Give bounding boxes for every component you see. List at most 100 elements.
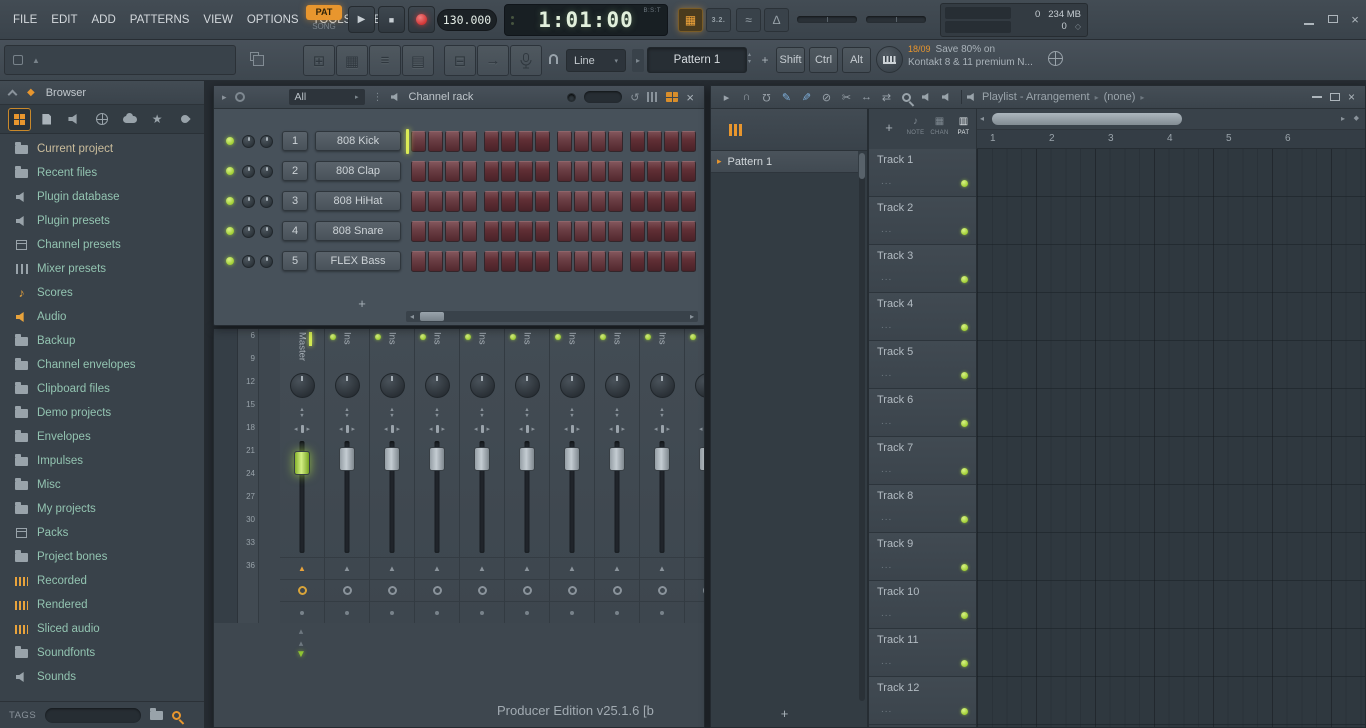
time-display[interactable]: 1:01:00 B:S:T xyxy=(504,4,668,36)
strip-knob[interactable] xyxy=(470,373,495,398)
record-arm-icon[interactable] xyxy=(523,586,532,595)
channel-enable-led[interactable] xyxy=(226,197,234,205)
fader-handle[interactable] xyxy=(699,447,704,471)
slice-icon[interactable]: ✂ xyxy=(837,88,856,106)
browser-item-channel-envelopes[interactable]: Channel envelopes xyxy=(0,353,204,377)
menu-options[interactable]: OPTIONS xyxy=(240,14,306,26)
record-arm-icon[interactable] xyxy=(703,586,705,595)
step-cell[interactable] xyxy=(591,161,606,182)
channel-name-button[interactable]: FLEX Bass xyxy=(315,251,401,271)
led-icon[interactable] xyxy=(567,93,576,102)
browser-item-sounds[interactable]: Sounds xyxy=(0,665,204,689)
track-header-track-7[interactable]: Track 7... xyxy=(869,437,976,485)
pan-knob[interactable] xyxy=(242,135,255,148)
track-lane[interactable] xyxy=(977,677,1365,725)
fader-handle[interactable] xyxy=(609,447,625,471)
strip-pan[interactable]: ◂▸ xyxy=(595,421,639,437)
volume-knob[interactable] xyxy=(260,135,273,148)
browser-item-channel-presets[interactable]: Channel presets xyxy=(0,233,204,257)
strip-fader[interactable] xyxy=(685,437,704,557)
step-cell[interactable] xyxy=(630,221,645,242)
strip-fader[interactable] xyxy=(370,437,414,557)
timeline-ruler[interactable]: 123456 xyxy=(977,130,1365,149)
playlist-grid[interactable] xyxy=(976,149,1365,727)
strip-pan[interactable]: ◂▸ xyxy=(640,421,684,437)
step-cell[interactable] xyxy=(411,221,426,242)
step-cell[interactable] xyxy=(664,251,679,272)
track-lane[interactable] xyxy=(977,149,1365,197)
track-header-track-6[interactable]: Track 6... xyxy=(869,389,976,437)
browser-tab-file[interactable] xyxy=(36,108,59,131)
close-icon[interactable]: × xyxy=(686,90,694,105)
maximize-icon[interactable] xyxy=(1330,93,1340,101)
track-enable-led[interactable] xyxy=(961,660,968,667)
step-cell[interactable] xyxy=(608,131,623,152)
pan-knob[interactable] xyxy=(242,225,255,238)
scroll-right-icon[interactable]: ▸ xyxy=(1341,114,1345,123)
browser-item-soundfonts[interactable]: Soundfonts xyxy=(0,641,204,665)
browser-item-my-projects[interactable]: My projects xyxy=(0,497,204,521)
mixer-strip-insert-8[interactable]: Ins▲▼◂▸▲ xyxy=(640,329,685,623)
strip-spinner[interactable]: ▲▼ xyxy=(325,405,369,421)
pattern-grid-icon[interactable]: ▦ xyxy=(678,8,703,32)
step-cell[interactable] xyxy=(557,161,572,182)
track-enable-led[interactable] xyxy=(961,372,968,379)
strip-knob[interactable] xyxy=(335,373,360,398)
step-cell[interactable] xyxy=(681,251,696,272)
step-cell[interactable] xyxy=(445,161,460,182)
strip-fader[interactable] xyxy=(640,437,684,557)
step-cell[interactable] xyxy=(664,191,679,212)
step-cell[interactable] xyxy=(630,251,645,272)
browser-item-demo-projects[interactable]: Demo projects xyxy=(0,401,204,425)
scroll-left-icon[interactable]: ◂ xyxy=(406,312,418,321)
step-cell[interactable] xyxy=(428,161,443,182)
strip-pan[interactable]: ◂▸ xyxy=(685,421,704,437)
menu-patterns[interactable]: PATTERNS xyxy=(123,14,197,26)
step-cell[interactable] xyxy=(484,221,499,242)
record-arm-icon[interactable] xyxy=(478,586,487,595)
track-enable-led[interactable] xyxy=(961,420,968,427)
select-icon[interactable]: ↔ xyxy=(857,88,876,106)
step-cell[interactable] xyxy=(428,221,443,242)
swing-display[interactable] xyxy=(584,91,622,103)
pat-mode-button[interactable]: PAT xyxy=(306,5,342,20)
magnet-icon[interactable]: Ω xyxy=(757,88,776,106)
route-arrow-icon[interactable]: ▲ xyxy=(478,564,486,573)
step-cell[interactable] xyxy=(445,191,460,212)
mixer-strip-insert-2[interactable]: Ins▲▼◂▸▲ xyxy=(370,329,415,623)
step-cell[interactable] xyxy=(608,221,623,242)
detach-button[interactable] xyxy=(250,52,259,61)
menu-view[interactable]: VIEW xyxy=(196,14,239,26)
browser-tab-speaker[interactable] xyxy=(63,108,86,131)
channel-name-button[interactable]: 808 HiHat xyxy=(315,191,401,211)
menu-add[interactable]: ADD xyxy=(85,14,123,26)
picker-item-pattern-1[interactable]: ▸Pattern 1 xyxy=(711,151,858,173)
step-cell[interactable] xyxy=(484,131,499,152)
strip-dot-icon[interactable] xyxy=(570,611,574,615)
mute-icon[interactable] xyxy=(937,88,956,106)
collapse-icon[interactable]: ▸ xyxy=(717,88,736,106)
strip-dot-icon[interactable] xyxy=(480,611,484,615)
track-lane[interactable] xyxy=(977,437,1365,485)
route-arrow-icon[interactable]: ▲ xyxy=(703,564,704,573)
mixer-strip-insert-6[interactable]: Ins▲▼◂▸▲ xyxy=(550,329,595,623)
pan-knob[interactable] xyxy=(242,255,255,268)
channel-number-button[interactable]: 3 xyxy=(282,191,308,211)
route-arrow-icon[interactable]: ▲ xyxy=(343,564,351,573)
minimize-button[interactable] xyxy=(1300,11,1318,27)
strip-enable-led[interactable] xyxy=(420,334,426,340)
record-arm-icon[interactable] xyxy=(388,586,397,595)
fader-handle[interactable] xyxy=(654,447,670,471)
strip-fader[interactable] xyxy=(415,437,459,557)
track-lane[interactable] xyxy=(977,581,1365,629)
track-header-track-1[interactable]: Track 1... xyxy=(869,149,976,197)
strip-dot-icon[interactable] xyxy=(615,611,619,615)
scroll-right-icon[interactable]: ▸ xyxy=(686,312,698,321)
browser-tab-globe[interactable] xyxy=(91,108,114,131)
grid-icon[interactable] xyxy=(666,92,678,102)
record-button[interactable] xyxy=(408,6,435,33)
step-cell[interactable] xyxy=(647,221,662,242)
undo-icon[interactable]: ↺ xyxy=(630,91,639,104)
fader-handle[interactable] xyxy=(384,447,400,471)
track-enable-led[interactable] xyxy=(961,276,968,283)
